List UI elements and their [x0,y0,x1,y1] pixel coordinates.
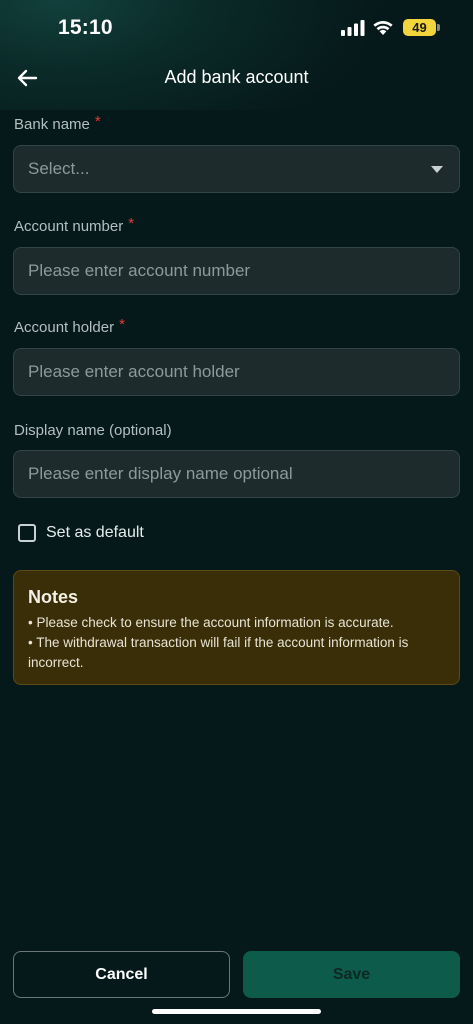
status-bar: 15:10 49 [0,0,473,54]
battery-icon: 49 [403,19,436,36]
account-holder-label: Account holder * [14,316,125,336]
wifi-icon [373,20,393,35]
set-default-checkbox[interactable] [18,524,36,542]
account-number-placeholder: Please enter account number [28,261,251,280]
bank-name-label: Bank name * [14,113,101,133]
set-default-label: Set as default [46,524,144,541]
display-name-input[interactable]: Please enter display name optional [13,450,460,498]
save-button[interactable]: Save [243,951,460,998]
notes-line: • Please check to ensure the account inf… [28,615,394,630]
required-mark: * [128,215,135,232]
home-indicator [152,1009,321,1014]
battery-tip [437,24,440,31]
required-mark: * [119,316,125,333]
app-header: Add bank account [0,58,473,98]
page-title: Add bank account [164,67,309,87]
notes-line: • The withdrawal transaction will fail i… [28,635,409,670]
display-name-placeholder: Please enter display name optional [28,464,293,483]
cancel-button[interactable]: Cancel [13,951,230,998]
account-number-label: Account number * [14,215,135,235]
account-holder-placeholder: Please enter account holder [28,362,240,381]
account-holder-input[interactable]: Please enter account holder [13,348,460,396]
notes-box: Notes • Please check to ensure the accou… [13,570,460,685]
account-number-input[interactable]: Please enter account number [13,247,460,295]
display-name-label: Display name (optional) [14,422,172,439]
status-time: 15:10 [58,16,113,39]
cellular-signal-icon [341,20,365,36]
bank-name-value: Select... [28,159,90,178]
notes-title: Notes [28,587,79,607]
required-mark: * [94,113,101,130]
chevron-down-icon [431,166,443,173]
bank-name-select[interactable]: Select... [13,145,460,193]
